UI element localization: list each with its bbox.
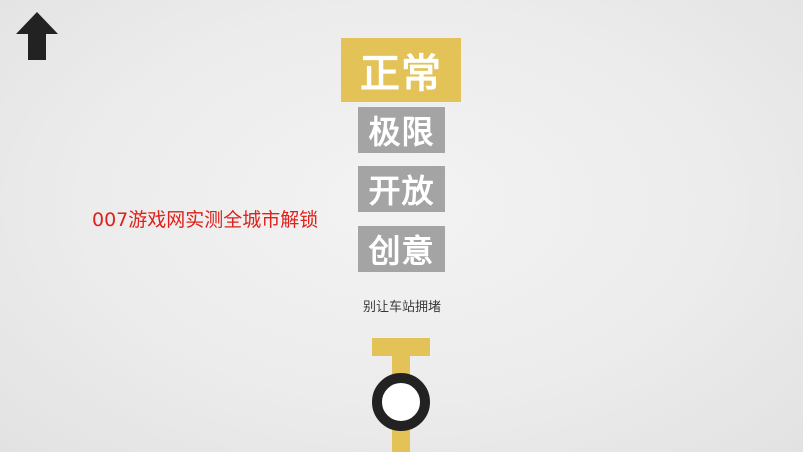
mode-open-label: 开放 xyxy=(368,172,435,210)
station-circle xyxy=(372,373,430,431)
mode-normal-button[interactable]: 正常 xyxy=(341,38,461,102)
mode-creative-button[interactable]: 创意 xyxy=(358,226,445,272)
mode-creative-label: 创意 xyxy=(368,232,435,270)
watermark-text: 007游戏网实测全城市解锁 xyxy=(92,209,319,231)
mode-normal-label: 正常 xyxy=(360,51,442,97)
back-button[interactable] xyxy=(14,10,60,62)
mode-description: 别让车站拥堵 xyxy=(362,300,441,315)
mode-extreme-label: 极限 xyxy=(368,113,435,151)
up-arrow-icon xyxy=(16,12,58,60)
mode-open-button[interactable]: 开放 xyxy=(358,166,445,212)
metro-line-station-icon xyxy=(360,335,444,452)
mode-extreme-button[interactable]: 极限 xyxy=(358,107,445,153)
